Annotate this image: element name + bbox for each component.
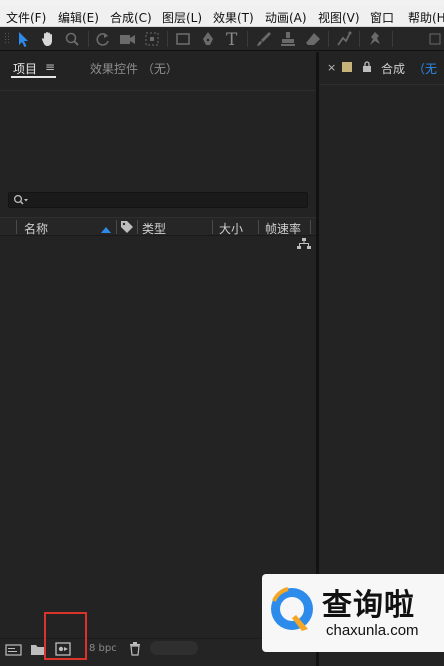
project-panel: [0, 52, 316, 638]
toolbar-separator: [392, 31, 393, 47]
column-separator: [310, 220, 311, 234]
toolbar-separator: [247, 31, 248, 47]
thumbnail-size-slider[interactable]: [150, 641, 198, 655]
panel-menu-icon[interactable]: ≡: [45, 60, 55, 74]
camera-tool-icon[interactable]: [118, 30, 136, 48]
column-separator: [16, 220, 17, 234]
trash-icon[interactable]: [129, 642, 141, 659]
selection-tool-icon[interactable]: [15, 30, 33, 48]
menu-composition[interactable]: 合成(C): [110, 9, 152, 26]
annotation-highlight-box: [44, 612, 87, 660]
menu-window[interactable]: 窗口: [370, 9, 394, 26]
menu-file[interactable]: 文件(F): [6, 9, 46, 26]
toolbar-separator: [88, 31, 89, 47]
column-header-frame-rate[interactable]: 帧速率: [265, 220, 301, 237]
label-tag-icon[interactable]: [120, 220, 134, 237]
toolbar-separator: [328, 31, 329, 47]
pan-behind-tool-icon[interactable]: [143, 30, 161, 48]
column-header-name[interactable]: 名称: [24, 220, 48, 237]
rotate-tool-icon[interactable]: [94, 30, 112, 48]
menu-view[interactable]: 视图(V): [318, 9, 360, 26]
brush-tool-icon[interactable]: [255, 30, 273, 48]
tools-toolbar: T: [0, 27, 444, 51]
sort-ascending-icon[interactable]: [100, 223, 112, 237]
menu-edit[interactable]: 编辑(E): [58, 9, 99, 26]
column-separator: [116, 220, 117, 234]
column-header-type[interactable]: 类型: [142, 220, 166, 237]
svg-text:T: T: [226, 30, 238, 48]
composition-panel: [319, 52, 444, 638]
menu-layer[interactable]: 图层(L): [162, 9, 202, 26]
watermark-title: 查询啦: [322, 588, 415, 623]
zoom-tool-icon[interactable]: [63, 30, 81, 48]
roto-brush-tool-icon[interactable]: [335, 30, 353, 48]
column-separator: [212, 220, 213, 234]
interpret-footage-icon[interactable]: [5, 643, 23, 660]
menu-help[interactable]: 帮助(H: [408, 9, 444, 26]
pen-tool-icon[interactable]: [199, 30, 217, 48]
project-bit-depth[interactable]: 8 bpc: [89, 643, 117, 654]
toolbar-overflow-icon[interactable]: [426, 30, 444, 48]
clone-stamp-tool-icon[interactable]: [279, 30, 297, 48]
lock-icon[interactable]: [362, 60, 372, 76]
puppet-pin-tool-icon[interactable]: [366, 30, 384, 48]
eraser-tool-icon[interactable]: [304, 30, 322, 48]
toolbar-grip[interactable]: [3, 30, 11, 48]
column-header-size[interactable]: 大小: [219, 220, 243, 237]
composition-tab-rule: [319, 84, 444, 85]
active-tab-indicator: [11, 76, 56, 78]
text-tool-icon[interactable]: T: [224, 30, 242, 50]
panel-divider: [0, 90, 316, 91]
flowchart-icon[interactable]: [297, 238, 311, 253]
column-separator: [258, 220, 259, 234]
menu-effect[interactable]: 效果(T): [213, 9, 254, 26]
composition-color-swatch: [342, 62, 352, 72]
close-tab-icon[interactable]: ×: [327, 61, 336, 74]
column-separator: [137, 220, 138, 234]
watermark-url: chaxunla.com: [326, 622, 419, 639]
toolbar-separator: [359, 31, 360, 47]
project-search-input[interactable]: [8, 192, 308, 208]
search-icon: [13, 194, 29, 209]
project-column-header: 名称 类型 大小 帧速率: [0, 217, 316, 236]
tab-project[interactable]: 项目: [13, 60, 37, 77]
composition-name: （无: [413, 62, 438, 76]
menu-animation[interactable]: 动画(A): [265, 9, 307, 26]
tab-effect-controls[interactable]: 效果控件 （无）: [90, 60, 178, 77]
menu-bar: 文件(F) 编辑(E) 合成(C) 图层(L) 效果(T) 动画(A) 视图(V…: [0, 5, 444, 27]
hand-tool-icon[interactable]: [39, 30, 57, 48]
toolbar-separator: [167, 31, 168, 47]
watermark-logo-icon: [266, 581, 320, 644]
rectangle-tool-icon[interactable]: [174, 30, 192, 48]
tab-composition[interactable]: 合成: [381, 60, 405, 77]
